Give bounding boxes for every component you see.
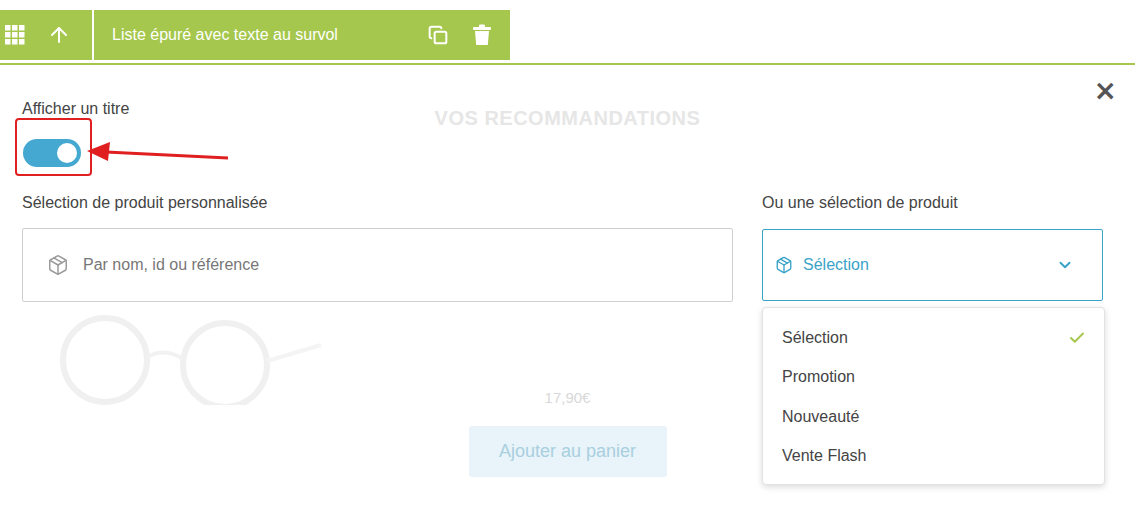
grid-button[interactable] — [5, 25, 25, 45]
product-selection: Ou une sélection de produit SélectionSéle… — [762, 194, 1103, 302]
toggle-knob — [57, 143, 77, 163]
product-select[interactable]: Sélection — [762, 229, 1103, 301]
annotation-arrow-icon — [84, 138, 234, 168]
preview-title: VOS RECOMMANDATIONS — [435, 107, 701, 130]
product-selection-label: Ou une sélection de produit — [762, 194, 1103, 212]
toolbar-label-section: Liste épuré avec texte au survol — [94, 10, 510, 60]
trash-icon — [472, 24, 492, 46]
move-up-button[interactable] — [47, 23, 71, 47]
select-menu: Sélection Promotion Nouveauté Vente Flash — [762, 307, 1105, 485]
delete-button[interactable] — [472, 24, 492, 46]
grid-icon — [5, 25, 25, 45]
preview-product: 17,90€ Ajouter au panier — [418, 285, 718, 477]
selection-row: Sélection de produit personnalisée Ou une… — [22, 194, 1103, 302]
select-option[interactable]: Promotion — [763, 358, 1104, 398]
copy-icon — [428, 25, 448, 45]
settings-form: Afficher un titre Sélection de produit pe… — [0, 65, 1135, 302]
custom-selection: Sélection de produit personnalisée — [22, 194, 733, 302]
option-label: Vente Flash — [782, 447, 867, 465]
product-search-field — [22, 228, 733, 302]
block-toolbar: Liste épuré avec texte au survol — [0, 10, 1135, 60]
product-box-icon — [47, 254, 69, 276]
custom-selection-label: Sélection de produit personnalisée — [22, 194, 733, 212]
product-box-icon — [775, 256, 793, 274]
option-label: Sélection — [782, 329, 848, 347]
toggle-highlight — [15, 118, 92, 176]
option-label: Nouveauté — [782, 408, 859, 426]
product-select-wrapper: SélectionSélectionPromotionNouveautéVent… — [762, 229, 1103, 301]
preview-product — [30, 285, 330, 477]
preview-price: 17,90€ — [545, 389, 591, 406]
block-name: Liste épuré avec texte au survol — [112, 26, 338, 44]
editor-page: Liste épuré avec texte au survol VOS RECO… — [0, 0, 1135, 524]
settings-panel: VOS RECOMMANDATIONS 17,90€ Ajouter au pani… — [0, 65, 1135, 524]
product-image — [35, 285, 325, 405]
title-toggle[interactable] — [23, 139, 81, 167]
toolbar-icons — [0, 10, 92, 60]
product-search-input[interactable] — [81, 255, 708, 275]
select-value: Sélection — [803, 256, 869, 274]
check-icon — [1068, 329, 1086, 347]
select-option[interactable]: Nouveauté — [763, 397, 1104, 437]
arrow-up-icon — [47, 23, 71, 47]
select-option[interactable]: Sélection — [763, 318, 1104, 358]
option-label: Promotion — [782, 368, 855, 386]
title-toggle-label: Afficher un titre — [22, 100, 1103, 118]
toolbar-underline — [0, 63, 1135, 65]
close-button[interactable]: × — [1094, 77, 1117, 105]
duplicate-button[interactable] — [428, 25, 448, 45]
select-option[interactable]: Vente Flash — [763, 437, 1104, 477]
preview-add-to-cart: Ajouter au panier — [469, 426, 667, 477]
chevron-down-icon — [1056, 256, 1074, 274]
